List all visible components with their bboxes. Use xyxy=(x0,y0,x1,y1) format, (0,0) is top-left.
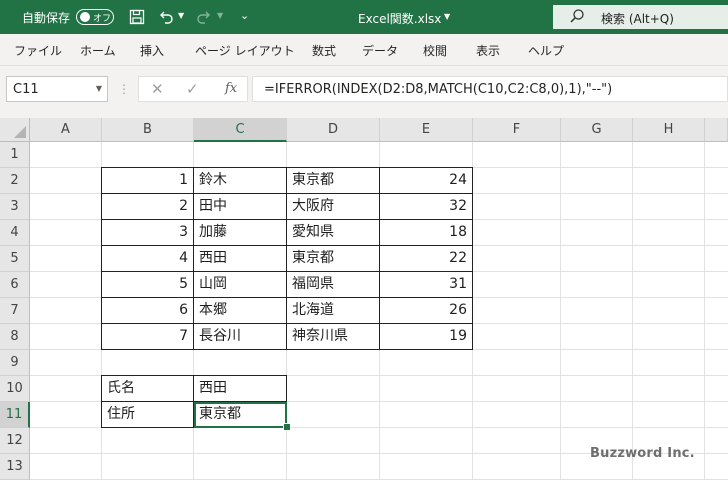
row-header-6[interactable]: 6 xyxy=(0,272,30,298)
cell-d5[interactable]: 東京都 xyxy=(287,246,380,272)
formula-bar-divider-icon[interactable]: ⋮ xyxy=(118,82,130,96)
column-header-c[interactable]: C xyxy=(194,118,287,142)
cell-b4[interactable]: 3 xyxy=(101,220,194,246)
cell-e4[interactable]: 18 xyxy=(380,220,473,246)
row-header-7[interactable]: 7 xyxy=(0,298,30,324)
cell-d2[interactable]: 東京都 xyxy=(287,167,380,194)
search-box[interactable]: 検索 (Alt+Q) xyxy=(553,5,728,29)
menu-file[interactable]: ファイル xyxy=(14,42,62,59)
cell-d8[interactable]: 神奈川県 xyxy=(287,324,380,350)
cell-d3[interactable]: 大阪府 xyxy=(287,194,380,220)
spreadsheet-grid[interactable]: A B C D E F G H 1 2 3 4 5 6 7 8 9 10 11 … xyxy=(0,118,728,480)
menu-review[interactable]: 校閲 xyxy=(423,42,447,59)
cell-d7[interactable]: 北海道 xyxy=(287,298,380,324)
watermark: Buzzword Inc. xyxy=(590,446,695,461)
autosave-state: オフ xyxy=(93,14,112,24)
formula-bar-area: C11 ▼ ⋮ ✕ ✓ fx =IFERROR(INDEX(D2:D8,MATC… xyxy=(0,66,728,118)
enter-icon[interactable]: ✓ xyxy=(186,80,199,98)
redo-icon[interactable] xyxy=(194,7,214,27)
cell-c7[interactable]: 本郷 xyxy=(194,298,287,324)
cell-e6[interactable]: 31 xyxy=(380,272,473,298)
select-all-button[interactable] xyxy=(0,118,30,142)
column-header-f[interactable]: F xyxy=(473,118,561,142)
cell-b7[interactable]: 6 xyxy=(101,298,194,324)
undo-dropdown-icon[interactable]: ▼ xyxy=(178,11,184,20)
column-header-b[interactable]: B xyxy=(102,118,194,142)
cell-c2[interactable]: 鈴木 xyxy=(194,167,287,194)
undo-icon[interactable] xyxy=(156,7,176,27)
autosave-label: 自動保存 xyxy=(22,11,71,25)
name-box[interactable]: C11 ▼ xyxy=(6,76,108,102)
menu-help[interactable]: ヘルプ xyxy=(528,42,564,59)
redo-dropdown-icon[interactable]: ▼ xyxy=(217,11,223,20)
cell-b5[interactable]: 4 xyxy=(101,246,194,272)
column-header-d[interactable]: D xyxy=(287,118,380,142)
cell-e5[interactable]: 22 xyxy=(380,246,473,272)
menu-formulas[interactable]: 数式 xyxy=(312,42,336,59)
row-header-8[interactable]: 8 xyxy=(0,324,30,350)
menu-page-layout[interactable]: ページ レイアウト xyxy=(195,42,295,59)
insert-function-icon[interactable]: fx xyxy=(225,81,237,96)
row-header-13[interactable]: 13 xyxy=(0,454,30,480)
cell-c10[interactable]: 西田 xyxy=(194,375,287,402)
cell-e8[interactable]: 19 xyxy=(380,324,473,350)
column-header-g[interactable]: G xyxy=(561,118,633,142)
file-name[interactable]: Excel関数.xlsx xyxy=(358,10,441,27)
cell-c5[interactable]: 西田 xyxy=(194,246,287,272)
row-header-1[interactable]: 1 xyxy=(0,142,30,168)
column-header-partial[interactable] xyxy=(705,118,728,142)
column-header-h[interactable]: H xyxy=(633,118,705,142)
cell-c4[interactable]: 加藤 xyxy=(194,220,287,246)
row-header-4[interactable]: 4 xyxy=(0,220,30,246)
row-header-9[interactable]: 9 xyxy=(0,350,30,376)
column-header-a[interactable]: A xyxy=(30,118,102,142)
cell-d6[interactable]: 福岡県 xyxy=(287,272,380,298)
cell-b6[interactable]: 5 xyxy=(101,272,194,298)
title-bar: 自動保存 オフ ▼ ▼ ⌄ Excel関数.xlsx ▼ 検索 (Alt+Q) xyxy=(0,0,728,34)
search-text: 検索 (Alt+Q) xyxy=(601,12,674,26)
save-icon[interactable] xyxy=(127,7,147,27)
menu-bar: ファイル ホーム 挿入 ページ レイアウト 数式 データ 校閲 表示 ヘルプ xyxy=(0,34,728,66)
row-header-5[interactable]: 5 xyxy=(0,246,30,272)
cell-d4[interactable]: 愛知県 xyxy=(287,220,380,246)
autosave-toggle[interactable]: オフ xyxy=(76,9,114,25)
cell-b11[interactable]: 住所 xyxy=(101,402,194,428)
cell-e7[interactable]: 26 xyxy=(380,298,473,324)
row-header-12[interactable]: 12 xyxy=(0,428,30,454)
name-box-value: C11 xyxy=(13,82,39,97)
cell-c3[interactable]: 田中 xyxy=(194,194,287,220)
formula-text: =IFERROR(INDEX(D2:D8,MATCH(C10,C2:C8,0),… xyxy=(264,82,613,97)
menu-view[interactable]: 表示 xyxy=(476,42,500,59)
cell-e3[interactable]: 32 xyxy=(380,194,473,220)
cell-b8[interactable]: 7 xyxy=(101,324,194,350)
cancel-icon[interactable]: ✕ xyxy=(151,80,164,98)
cell-c8[interactable]: 長谷川 xyxy=(194,324,287,350)
menu-insert[interactable]: 挿入 xyxy=(140,42,164,59)
fill-handle[interactable] xyxy=(283,423,291,431)
cell-b2[interactable]: 1 xyxy=(101,167,194,194)
toggle-knob xyxy=(80,12,90,22)
row-header-3[interactable]: 3 xyxy=(0,194,30,220)
column-header-e[interactable]: E xyxy=(380,118,473,142)
filename-dropdown-icon[interactable]: ▼ xyxy=(444,12,450,21)
cell-e2[interactable]: 24 xyxy=(380,167,473,194)
menu-data[interactable]: データ xyxy=(362,42,398,59)
cell-b3[interactable]: 2 xyxy=(101,194,194,220)
cell-c6[interactable]: 山岡 xyxy=(194,272,287,298)
customize-toolbar-icon[interactable]: ⌄ xyxy=(240,9,249,22)
formula-buttons: ✕ ✓ fx xyxy=(138,76,248,102)
row-header-10[interactable]: 10 xyxy=(0,376,30,402)
search-icon xyxy=(569,8,585,28)
row-header-2[interactable]: 2 xyxy=(0,168,30,194)
row-header-11[interactable]: 11 xyxy=(0,402,30,428)
cell-b10[interactable]: 氏名 xyxy=(101,375,194,402)
name-box-dropdown-icon[interactable]: ▼ xyxy=(96,84,102,93)
formula-input[interactable]: =IFERROR(INDEX(D2:D8,MATCH(C10,C2:C8,0),… xyxy=(252,76,728,102)
menu-home[interactable]: ホーム xyxy=(80,42,116,59)
cell-c11-active[interactable]: 東京都 xyxy=(194,402,287,428)
